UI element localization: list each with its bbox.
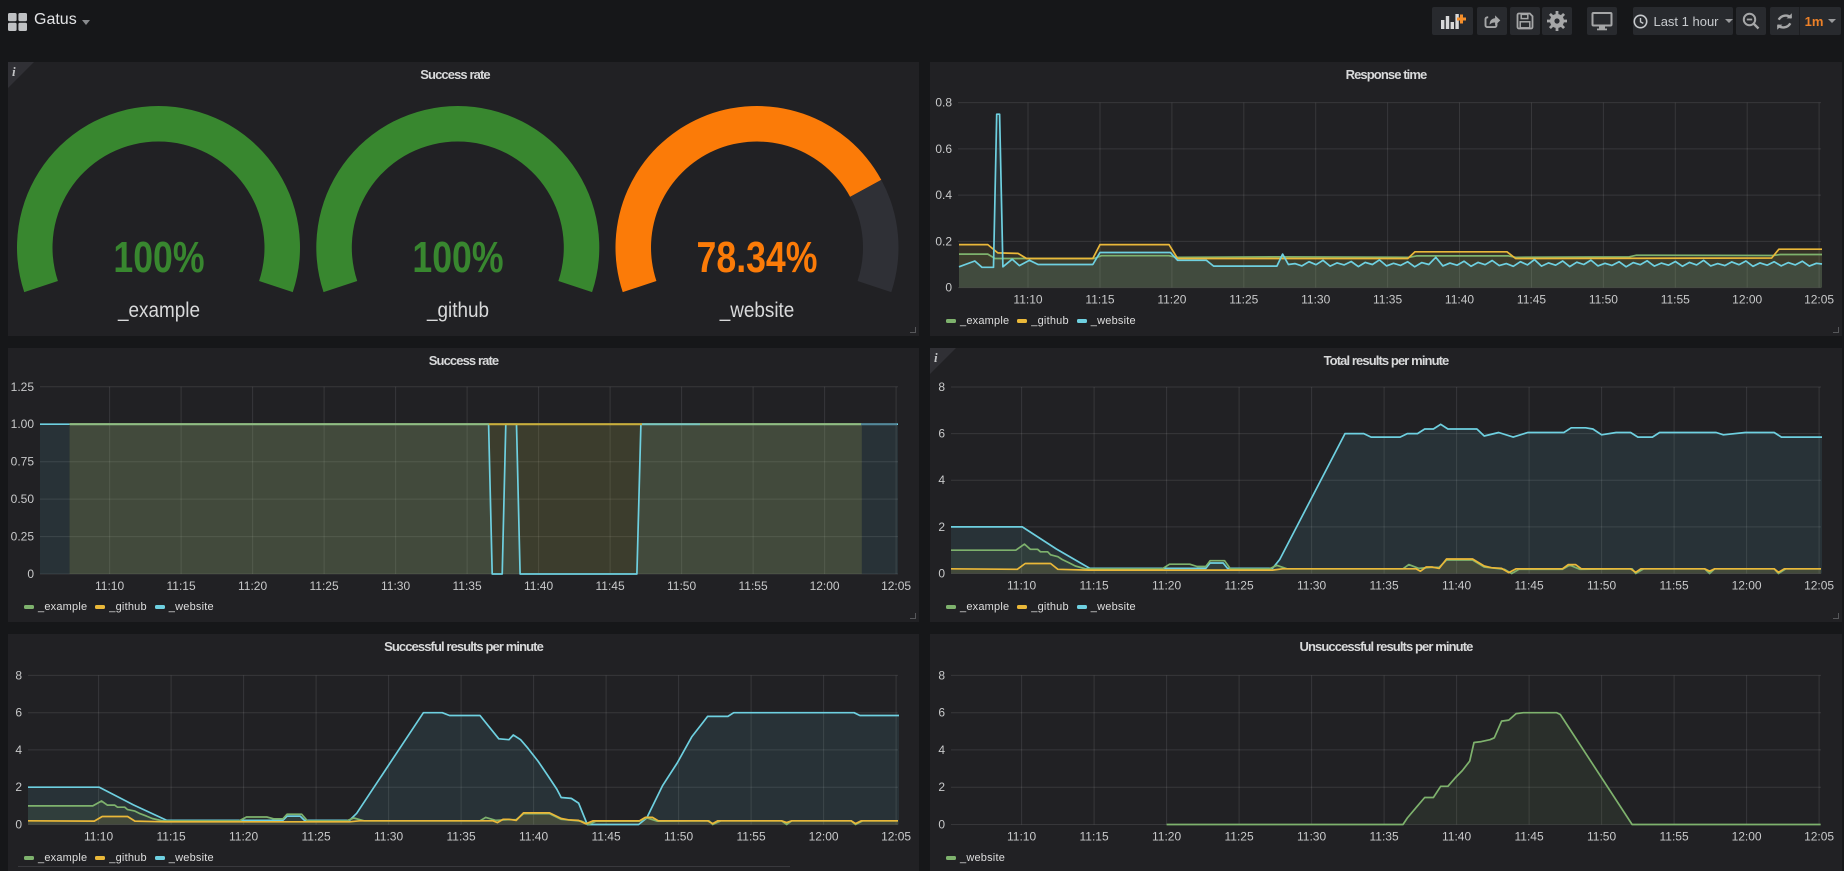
svg-text:8: 8 xyxy=(938,668,945,682)
svg-text:11:20: 11:20 xyxy=(238,579,267,593)
svg-text:12:00: 12:00 xyxy=(1732,579,1762,593)
svg-text:11:40: 11:40 xyxy=(1442,830,1471,844)
svg-text:11:50: 11:50 xyxy=(1589,293,1618,307)
svg-text:4: 4 xyxy=(15,743,22,757)
svg-text:11:25: 11:25 xyxy=(302,830,331,844)
svg-text:11:30: 11:30 xyxy=(374,830,403,844)
svg-text:11:15: 11:15 xyxy=(1080,830,1109,844)
svg-text:4: 4 xyxy=(938,743,945,757)
svg-text:11:35: 11:35 xyxy=(1373,293,1402,307)
svg-text:0: 0 xyxy=(945,281,952,295)
svg-text:0.2: 0.2 xyxy=(935,234,952,248)
svg-text:11:25: 11:25 xyxy=(310,579,339,593)
svg-text:0: 0 xyxy=(938,818,945,832)
svg-text:11:45: 11:45 xyxy=(596,579,625,593)
svg-text:11:15: 11:15 xyxy=(157,830,186,844)
svg-text:11:15: 11:15 xyxy=(167,579,196,593)
svg-text:11:45: 11:45 xyxy=(1517,293,1546,307)
svg-text:12:05: 12:05 xyxy=(881,579,911,593)
svg-text:0: 0 xyxy=(15,818,22,832)
svg-text:12:05: 12:05 xyxy=(1804,579,1834,593)
svg-text:11:40: 11:40 xyxy=(1445,293,1474,307)
svg-text:1.25: 1.25 xyxy=(11,380,35,394)
svg-text:11:20: 11:20 xyxy=(1152,579,1181,593)
svg-text:11:10: 11:10 xyxy=(1007,830,1036,844)
svg-text:12:00: 12:00 xyxy=(810,579,840,593)
svg-text:0.8: 0.8 xyxy=(935,96,952,110)
svg-text:11:10: 11:10 xyxy=(95,579,124,593)
svg-text:0.50: 0.50 xyxy=(11,492,35,506)
svg-text:11:45: 11:45 xyxy=(1515,579,1544,593)
svg-text:11:25: 11:25 xyxy=(1229,293,1258,307)
svg-text:11:30: 11:30 xyxy=(1297,579,1326,593)
svg-text:11:35: 11:35 xyxy=(447,830,476,844)
svg-text:12:05: 12:05 xyxy=(881,830,911,844)
svg-text:11:55: 11:55 xyxy=(1660,830,1689,844)
svg-text:11:15: 11:15 xyxy=(1080,579,1109,593)
svg-text:12:05: 12:05 xyxy=(1804,830,1834,844)
svg-text:12:00: 12:00 xyxy=(809,830,839,844)
svg-text:0: 0 xyxy=(938,567,945,581)
svg-text:11:55: 11:55 xyxy=(1661,293,1690,307)
svg-text:12:00: 12:00 xyxy=(1732,830,1762,844)
svg-text:11:25: 11:25 xyxy=(1225,579,1254,593)
svg-text:0.25: 0.25 xyxy=(11,530,35,544)
svg-text:2: 2 xyxy=(938,520,945,534)
svg-text:6: 6 xyxy=(938,706,945,720)
svg-text:11:20: 11:20 xyxy=(229,830,258,844)
svg-text:6: 6 xyxy=(15,706,22,720)
svg-text:11:50: 11:50 xyxy=(667,579,696,593)
svg-text:0.6: 0.6 xyxy=(935,142,952,156)
svg-text:11:40: 11:40 xyxy=(1442,579,1471,593)
svg-text:11:20: 11:20 xyxy=(1157,293,1186,307)
svg-text:11:30: 11:30 xyxy=(381,579,410,593)
svg-text:1.00: 1.00 xyxy=(11,417,35,431)
svg-text:8: 8 xyxy=(15,668,22,682)
svg-text:0.4: 0.4 xyxy=(935,188,952,202)
svg-text:0.75: 0.75 xyxy=(11,455,35,469)
svg-text:11:50: 11:50 xyxy=(1587,579,1616,593)
svg-text:11:35: 11:35 xyxy=(1370,579,1399,593)
svg-text:11:10: 11:10 xyxy=(1007,579,1036,593)
svg-text:11:15: 11:15 xyxy=(1085,293,1114,307)
svg-text:11:40: 11:40 xyxy=(524,579,553,593)
svg-text:2: 2 xyxy=(938,780,945,794)
svg-text:2: 2 xyxy=(15,780,22,794)
svg-text:0: 0 xyxy=(27,567,34,581)
svg-text:11:25: 11:25 xyxy=(1225,830,1254,844)
svg-text:6: 6 xyxy=(938,427,945,441)
svg-text:11:20: 11:20 xyxy=(1152,830,1181,844)
svg-text:11:30: 11:30 xyxy=(1297,830,1326,844)
svg-text:11:35: 11:35 xyxy=(453,579,482,593)
svg-text:8: 8 xyxy=(938,380,945,394)
svg-text:11:50: 11:50 xyxy=(664,830,693,844)
svg-text:11:40: 11:40 xyxy=(519,830,548,844)
svg-text:11:10: 11:10 xyxy=(84,830,113,844)
svg-text:11:35: 11:35 xyxy=(1370,830,1399,844)
svg-text:4: 4 xyxy=(938,473,945,487)
svg-text:12:00: 12:00 xyxy=(1732,293,1762,307)
svg-text:12:05: 12:05 xyxy=(1804,293,1834,307)
svg-text:11:30: 11:30 xyxy=(1301,293,1330,307)
svg-text:11:55: 11:55 xyxy=(739,579,768,593)
svg-text:11:55: 11:55 xyxy=(1660,579,1689,593)
svg-text:11:55: 11:55 xyxy=(737,830,766,844)
svg-text:11:10: 11:10 xyxy=(1013,293,1042,307)
svg-text:11:50: 11:50 xyxy=(1587,830,1616,844)
svg-text:11:45: 11:45 xyxy=(1515,830,1544,844)
svg-text:11:45: 11:45 xyxy=(592,830,621,844)
